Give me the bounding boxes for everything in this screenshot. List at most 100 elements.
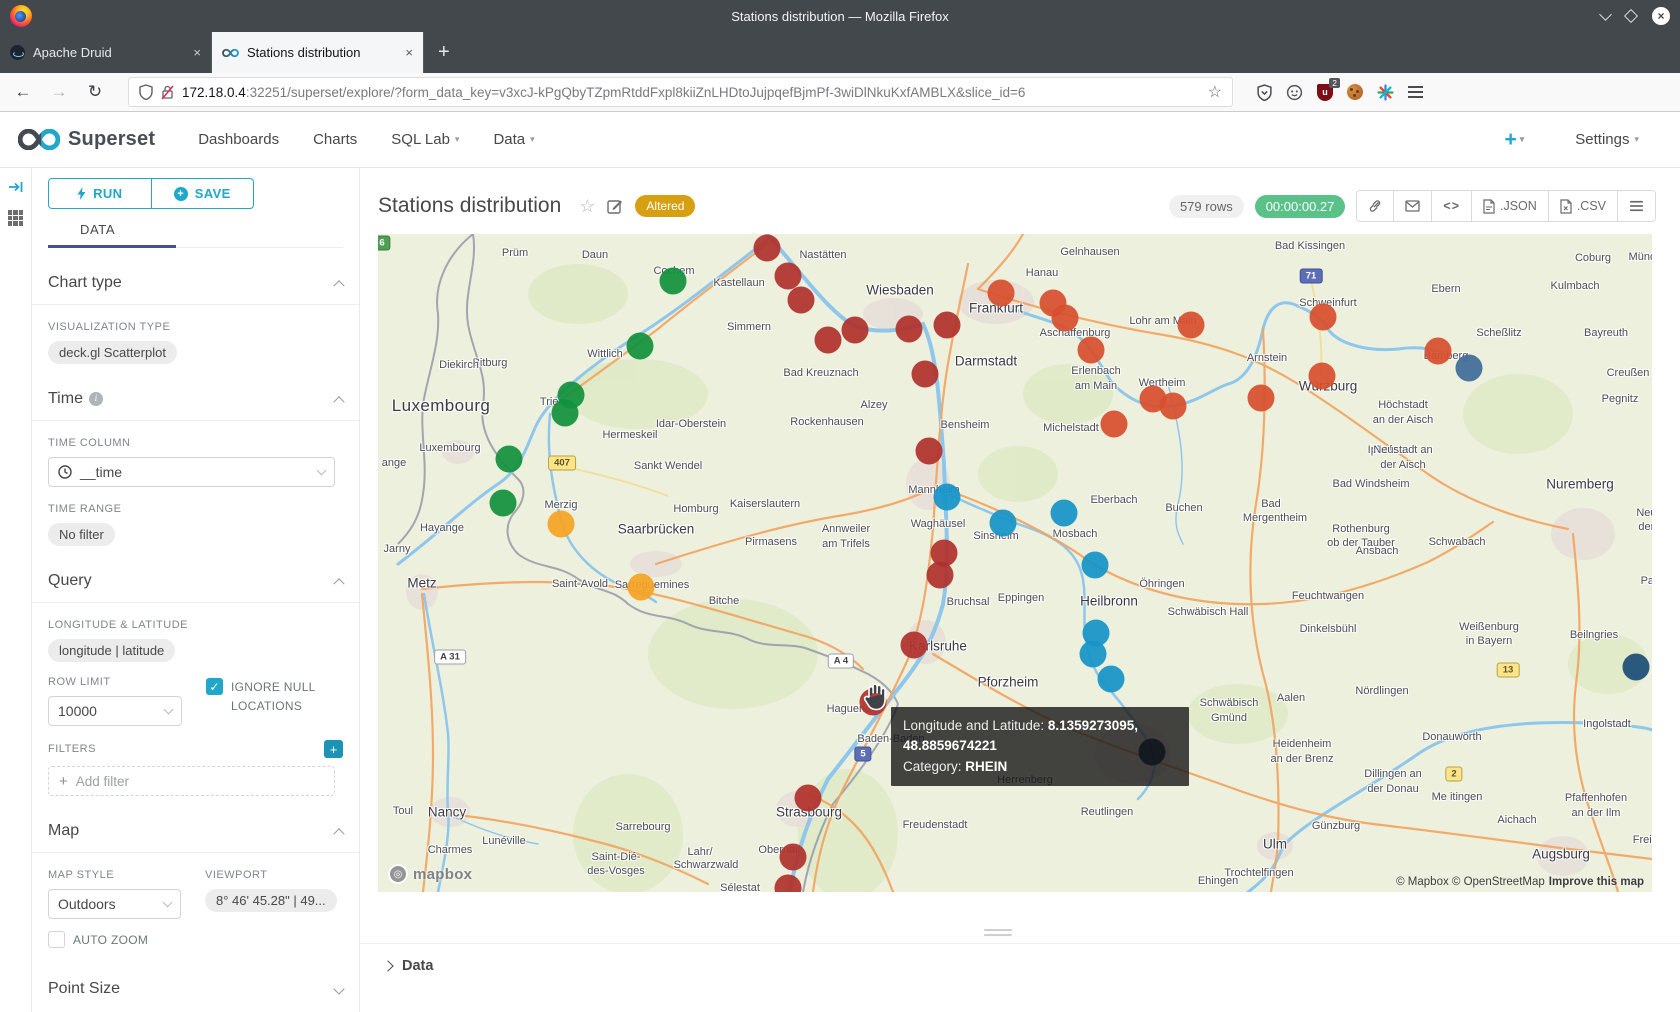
- map-point[interactable]: [1623, 654, 1650, 681]
- map-point[interactable]: [1098, 666, 1125, 693]
- settings-menu[interactable]: Settings▾: [1575, 131, 1639, 148]
- map-point[interactable]: [934, 312, 961, 339]
- map-point[interactable]: [1248, 385, 1275, 412]
- map-point[interactable]: [754, 235, 781, 262]
- section-query[interactable]: Query: [48, 572, 343, 590]
- map-point[interactable]: [916, 438, 943, 465]
- time-range-value[interactable]: No filter: [48, 523, 115, 546]
- map-point[interactable]: [795, 785, 822, 812]
- menu-hamburger-icon[interactable]: [1408, 83, 1423, 101]
- panel-drag-handle[interactable]: [984, 926, 1012, 939]
- map-point[interactable]: [628, 574, 655, 601]
- add-filter-plus-button[interactable]: +: [324, 740, 343, 758]
- map-point[interactable]: [1309, 363, 1336, 390]
- map-point[interactable]: [1310, 304, 1337, 331]
- window-close-icon[interactable]: ×: [1652, 7, 1670, 25]
- section-time[interactable]: Time i: [48, 390, 343, 408]
- auto-zoom-checkbox[interactable]: [48, 931, 65, 948]
- map-point[interactable]: [490, 490, 517, 517]
- add-new-button[interactable]: +▾: [1504, 128, 1524, 152]
- map-point[interactable]: [1080, 641, 1107, 668]
- edit-pencil-icon[interactable]: [607, 198, 623, 214]
- tab-apache-druid[interactable]: Apache Druid ×: [0, 32, 212, 73]
- new-tab-button[interactable]: +: [424, 32, 464, 73]
- favorite-star-icon[interactable]: ☆: [579, 196, 595, 217]
- save-button[interactable]: + SAVE: [151, 179, 254, 208]
- map-point[interactable]: [927, 562, 954, 589]
- section-map[interactable]: Map: [48, 822, 343, 840]
- time-column-select[interactable]: __time: [48, 457, 335, 487]
- pocket-shield-icon[interactable]: [1257, 84, 1272, 101]
- back-button[interactable]: ←: [10, 82, 36, 102]
- expand-panel-icon[interactable]: [8, 180, 24, 194]
- map-point[interactable]: [1425, 338, 1452, 365]
- altered-badge[interactable]: Altered: [635, 195, 695, 217]
- map-point[interactable]: [780, 844, 807, 871]
- map-point[interactable]: [552, 400, 579, 427]
- insecure-lock-icon[interactable]: [161, 85, 174, 100]
- nav-item-charts[interactable]: Charts: [313, 131, 357, 148]
- more-options-button[interactable]: [1617, 191, 1655, 221]
- tab-stations-distribution[interactable]: Stations distribution ×: [212, 32, 424, 73]
- window-minimize-icon[interactable]: [1599, 8, 1612, 21]
- colorful-extension-icon[interactable]: [1377, 84, 1394, 101]
- ignore-null-checkbox[interactable]: ✓: [206, 678, 223, 695]
- map-point[interactable]: [1178, 312, 1205, 339]
- bookmark-star-icon[interactable]: ☆: [1208, 82, 1222, 102]
- url-text[interactable]: 172.18.0.4:32251/superset/explore/?form_…: [182, 85, 1200, 100]
- run-button[interactable]: RUN: [49, 179, 151, 208]
- map-point[interactable]: [1078, 337, 1105, 364]
- row-limit-select[interactable]: 10000: [48, 696, 182, 726]
- forward-button[interactable]: →: [46, 82, 72, 102]
- tab-close-icon[interactable]: ×: [405, 45, 413, 60]
- tab-close-icon[interactable]: ×: [193, 45, 201, 60]
- section-chart-type[interactable]: Chart type: [48, 274, 343, 292]
- map-attribution[interactable]: © Mapbox © OpenStreetMapImprove this map: [1396, 876, 1644, 888]
- map-point[interactable]: [912, 361, 939, 388]
- nav-item-data[interactable]: Data▾: [493, 131, 534, 148]
- reload-button[interactable]: ↻: [82, 82, 108, 102]
- map-point[interactable]: [627, 333, 654, 360]
- deckgl-map[interactable]: PrümDaunCochemKastellaunNastättenWiesbad…: [378, 234, 1652, 892]
- datasource-grid-icon[interactable]: [8, 210, 24, 226]
- embed-code-button[interactable]: <>: [1431, 191, 1471, 221]
- multi-account-mask-icon[interactable]: [1286, 84, 1303, 101]
- nav-item-dashboards[interactable]: Dashboards: [198, 131, 279, 148]
- ublock-icon[interactable]: u 2: [1317, 84, 1333, 101]
- map-point[interactable]: [815, 327, 842, 354]
- map-point[interactable]: [788, 287, 815, 314]
- superset-logo[interactable]: Superset: [18, 128, 155, 151]
- tracking-shield-icon[interactable]: [139, 84, 153, 100]
- map-point[interactable]: [934, 484, 961, 511]
- map-point[interactable]: [496, 446, 523, 473]
- copy-link-button[interactable]: [1357, 191, 1393, 221]
- map-point[interactable]: [548, 511, 575, 538]
- map-point[interactable]: [775, 263, 802, 290]
- nav-item-sql-lab[interactable]: SQL Lab▾: [391, 131, 459, 148]
- section-point-size[interactable]: Point Size: [48, 980, 343, 998]
- map-point[interactable]: [1160, 393, 1187, 420]
- cookie-extension-icon[interactable]: [1347, 84, 1363, 100]
- map-point[interactable]: [1101, 411, 1128, 438]
- viewport-value[interactable]: 8° 46' 45.28" | 49...: [205, 889, 337, 912]
- map-point[interactable]: [988, 280, 1015, 307]
- data-results-panel[interactable]: Data: [360, 943, 1680, 974]
- map-point[interactable]: [1052, 305, 1079, 332]
- url-bar[interactable]: 172.18.0.4:32251/superset/explore/?form_…: [128, 77, 1233, 107]
- tab-data[interactable]: DATA: [78, 222, 117, 246]
- add-filter-box[interactable]: + Add filter: [48, 766, 335, 796]
- map-point[interactable]: [1456, 355, 1483, 382]
- map-point[interactable]: [660, 268, 687, 295]
- map-point[interactable]: [901, 632, 928, 659]
- mapbox-logo[interactable]: ◎ mapbox: [388, 864, 472, 884]
- export-csv-button[interactable]: .CSV: [1548, 191, 1617, 221]
- map-point[interactable]: [842, 317, 869, 344]
- viz-type-value[interactable]: deck.gl Scatterplot: [48, 341, 177, 364]
- map-point[interactable]: [896, 316, 923, 343]
- map-point[interactable]: [990, 510, 1017, 537]
- map-style-select[interactable]: Outdoors: [48, 889, 181, 919]
- window-maximize-icon[interactable]: [1624, 9, 1638, 23]
- map-point[interactable]: [1082, 552, 1109, 579]
- export-json-button[interactable]: .JSON: [1471, 191, 1548, 221]
- map-point[interactable]: [1051, 500, 1078, 527]
